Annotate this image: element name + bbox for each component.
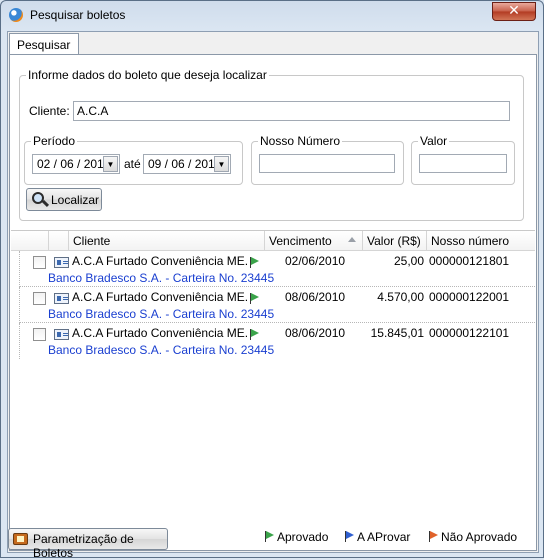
row-bank: Banco Bradesco S.A. - Carteira No. 23445 (48, 271, 275, 285)
approved-flag-icon (248, 328, 260, 341)
row-nosso-numero: 000000122001 (429, 290, 510, 304)
approved-flag-icon (248, 256, 260, 269)
header-cliente[interactable]: Cliente (68, 231, 264, 250)
legend-nao-aprovado-label: Não Aprovado (441, 530, 518, 544)
window-title: Pesquisar boletos (30, 8, 126, 22)
legend-nao-aprovado: Não Aprovado (427, 530, 517, 544)
search-criteria-title: Informe dados do boleto que deseja local… (26, 68, 269, 82)
row-due-date: 08/06/2010 (285, 326, 346, 340)
valor-title: Valor (418, 134, 450, 148)
pending-flag-icon (343, 530, 355, 543)
legend-a-aprovar-label: A AProvar (357, 530, 411, 544)
boleto-card-icon (54, 329, 69, 340)
grid-header: Cliente Vencimento Valor (R$) Nosso núme… (11, 231, 535, 251)
app-icon (9, 8, 23, 22)
header-valor[interactable]: Valor (R$) (362, 231, 426, 250)
client-input[interactable] (73, 101, 510, 121)
nosso-numero-group: Nosso Número (251, 134, 404, 185)
row-client: A.C.A Furtado Conveniência ME. (72, 290, 249, 304)
tab-pesquisar[interactable]: Pesquisar (9, 33, 79, 55)
row-checkbox[interactable] (33, 256, 46, 269)
date-from-picker[interactable]: 02 / 06 / 2010 ▼ (32, 154, 120, 174)
tree-line (19, 323, 20, 359)
row-value: 15.845,01 (370, 326, 424, 340)
row-bank: Banco Bradesco S.A. - Carteira No. 23445 (48, 343, 275, 357)
approved-flag-icon (248, 292, 260, 305)
tree-line (19, 251, 20, 287)
row-checkbox[interactable] (33, 292, 46, 305)
header-tree-spacer (48, 231, 68, 250)
date-to-dropdown-icon[interactable]: ▼ (214, 156, 229, 172)
row-client: A.C.A Furtado Conveniência ME. (72, 254, 249, 268)
search-boletos-window: Pesquisar boletos ✕ Pesquisar Informe da… (0, 0, 544, 560)
legend-aprovado: Aprovado (263, 530, 328, 544)
period-title: Período (31, 134, 78, 148)
until-label: até (124, 157, 141, 171)
title-bar[interactable]: Pesquisar boletos ✕ (1, 1, 543, 29)
date-from-dropdown-icon[interactable]: ▼ (103, 156, 118, 172)
table-row[interactable]: A.C.A Furtado Conveniência ME. 08/06/201… (11, 323, 535, 359)
date-from-value: 02 / 06 / 2010 (37, 157, 111, 171)
row-due-date: 08/06/2010 (285, 290, 346, 304)
row-value: 25,00 (393, 254, 424, 268)
approved-flag-icon (263, 530, 275, 543)
header-nosso-numero[interactable]: Nosso número (426, 231, 533, 250)
parametrizacao-button[interactable]: Parametrização de Boletos (8, 528, 168, 560)
date-to-value: 09 / 06 / 2010 (148, 157, 222, 171)
header-vencimento-label: Vencimento (269, 234, 332, 248)
row-nosso-numero: 000000121801 (429, 254, 510, 268)
row-due-date: 02/06/2010 (285, 254, 346, 268)
settings-folder-icon (13, 533, 28, 545)
row-nosso-numero: 000000122101 (429, 326, 510, 340)
legend-aprovado-label: Aprovado (277, 530, 329, 544)
sort-ascending-icon (348, 237, 356, 242)
tab-panel-pesquisar: Informe dados do boleto que deseja local… (9, 54, 537, 551)
valor-input[interactable] (419, 154, 507, 173)
boletos-grid: Cliente Vencimento Valor (R$) Nosso núme… (11, 230, 535, 520)
header-vencimento[interactable]: Vencimento (264, 231, 362, 250)
client-label: Cliente: (29, 104, 70, 118)
period-group: Período 02 / 06 / 2010 ▼ até 09 / 06 / 2… (24, 134, 243, 185)
row-checkbox[interactable] (33, 328, 46, 341)
boleto-card-icon (54, 293, 69, 304)
window-client-area: Pesquisar Informe dados do boleto que de… (7, 31, 539, 560)
nosso-numero-title: Nosso Número (258, 134, 343, 148)
tree-line (19, 287, 20, 323)
table-row[interactable]: A.C.A Furtado Conveniência ME. 08/06/201… (11, 287, 535, 323)
row-bank: Banco Bradesco S.A. - Carteira No. 23445 (48, 307, 275, 321)
valor-group: Valor (411, 134, 515, 185)
date-to-picker[interactable]: 09 / 06 / 2010 ▼ (143, 154, 231, 174)
boleto-card-icon (54, 257, 69, 268)
localizar-button[interactable]: Localizar (26, 188, 102, 211)
parametrizacao-label: Parametrização de Boletos (33, 532, 134, 560)
legend-a-aprovar: A AProvar (343, 530, 410, 544)
table-row[interactable]: A.C.A Furtado Conveniência ME. 02/06/201… (11, 251, 535, 287)
row-value: 4.570,00 (377, 290, 424, 304)
nosso-numero-input[interactable] (259, 154, 395, 173)
row-client: A.C.A Furtado Conveniência ME. (72, 326, 249, 340)
localizar-label: Localizar (51, 193, 100, 207)
rejected-flag-icon (427, 530, 439, 543)
search-icon-handle (41, 199, 50, 208)
close-button[interactable]: ✕ (492, 2, 536, 21)
